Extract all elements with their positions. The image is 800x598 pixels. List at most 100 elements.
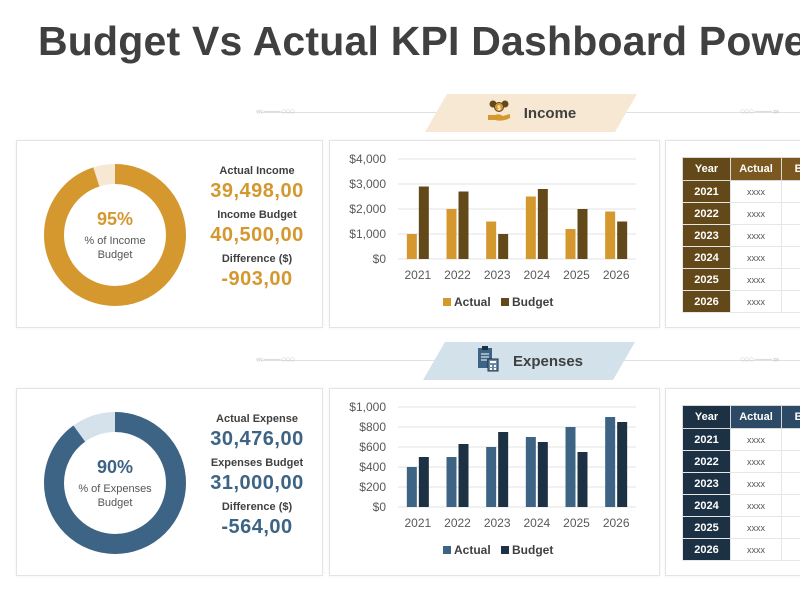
table-row: 2025xxxxx (682, 268, 800, 291)
donut-percent: 95% (96, 208, 134, 229)
legend-swatch-budget (501, 298, 509, 306)
table-value-cell: x (781, 224, 800, 247)
bar-budget-2023 (498, 234, 509, 259)
chevron-right-decoration: ○○○ ─── ››› (740, 354, 779, 364)
kpi-value: 39,498,00 (210, 180, 304, 202)
bar-actual-2024 (525, 437, 536, 507)
bar-budget-2024 (537, 442, 548, 507)
y-tick-label: $600 (359, 440, 386, 454)
table-value-cell: xxxx (730, 516, 782, 539)
page-title: Budget Vs Actual KPI Dashboard PowerPo (38, 18, 800, 64)
chevron-left-decoration: ‹‹‹ ─── ○○○ (256, 354, 295, 364)
table-value-cell: xxxx (730, 450, 782, 473)
donut-percent: 90% (96, 456, 134, 477)
kpi-value: 30,476,00 (210, 428, 304, 450)
bar-actual-2021 (406, 234, 417, 259)
kpi-label: Actual Expense (216, 413, 298, 425)
donut-chart: 95% % of Income Budget (43, 163, 187, 307)
table-header-cell: Bu (781, 157, 800, 181)
chevron-right-decoration: ○○○ ─── ››› (740, 106, 779, 116)
table-row: 2022xxxxx (682, 450, 800, 473)
table-value-cell: x (781, 538, 800, 561)
x-tick-label: 2025 (563, 268, 590, 282)
y-tick-label: $2,000 (349, 202, 386, 216)
x-tick-label: 2023 (484, 268, 511, 282)
table-value-cell: x (781, 246, 800, 269)
y-tick-label: $1,000 (349, 400, 386, 414)
table-value-cell: x (781, 202, 800, 225)
bar-budget-2021 (418, 457, 429, 507)
table-value-cell: xxxx (730, 180, 782, 203)
bar-budget-2022 (458, 444, 469, 507)
table-header-cell: Actual (730, 157, 782, 181)
table-value-cell: x (781, 428, 800, 451)
table-row: 2024xxxxx (682, 246, 800, 269)
bar-budget-2024 (537, 189, 548, 259)
table-value-cell: xxxx (730, 428, 782, 451)
bar-budget-2025 (577, 452, 588, 507)
table-row: 2026xxxxx (682, 290, 800, 313)
bar-budget-2021 (418, 186, 429, 259)
y-tick-label: $4,000 (349, 152, 386, 166)
table-year-cell: 2023 (682, 472, 731, 495)
banner-label: Income (523, 104, 577, 122)
legend-label-actual: Actual (454, 543, 491, 557)
banner-expenses: Expenses (423, 342, 635, 380)
chart-card-income: $0 $1,000 $2,000 $3,000 $4,000 2021 2022 2023 20… (329, 140, 660, 328)
kpi-card-income: 95% % of Income Budget Actual Income 39,498… (16, 140, 323, 328)
table-value-cell: x (781, 290, 800, 313)
year-table: YearActualBu2021xxxxx2022xxxxx2023xxxxx2… (682, 405, 800, 561)
legend-swatch-budget (501, 546, 509, 554)
bar-budget-2026 (617, 221, 628, 259)
table-row: 2025xxxxx (682, 516, 800, 539)
table-card-expenses: YearActualBu2021xxxxx2022xxxxx2023xxxxx2… (665, 388, 800, 576)
x-tick-label: 2025 (563, 516, 590, 530)
table-value-cell: xxxx (730, 246, 782, 269)
x-tick-label: 2022 (444, 516, 471, 530)
table-header-row: YearActualBu (682, 405, 800, 429)
table-value-cell: x (781, 268, 800, 291)
table-value-cell: xxxx (730, 268, 782, 291)
table-header-cell: Year (682, 405, 731, 429)
kpi-value: -903,00 (221, 268, 293, 290)
kpi-label: Actual Income (219, 165, 295, 177)
kpi-label: Difference ($) (221, 253, 293, 265)
x-tick-label: 2021 (404, 516, 431, 530)
table-value-cell: x (781, 516, 800, 539)
bar-actual-2023 (486, 447, 497, 507)
x-tick-label: 2023 (484, 516, 511, 530)
table-header-cell: Year (682, 157, 731, 181)
table-value-cell: x (781, 450, 800, 473)
x-tick-label: 2026 (603, 268, 630, 282)
kpi-label: Expenses Budget (210, 457, 304, 469)
x-tick-label: 2024 (523, 516, 550, 530)
y-tick-label: $0 (373, 252, 387, 266)
bar-actual-2022 (446, 457, 457, 507)
bar-actual-2025 (565, 427, 576, 507)
table-year-cell: 2026 (682, 538, 731, 561)
table-row: 2024xxxxx (682, 494, 800, 517)
chevron-left-decoration: ‹‹‹ ─── ○○○ (256, 106, 295, 116)
clipboard-calculator-icon (475, 345, 501, 377)
bar-actual-2026 (605, 211, 616, 259)
table-row: 2023xxxxx (682, 472, 800, 495)
bar-chart: $0 $200 $400 $600 $800 $1,000 2021 2022 2023 2024… (349, 400, 636, 557)
table-year-cell: 2025 (682, 516, 731, 539)
kpi-list: Actual Income 39,498,00 Income Budget 40,50… (197, 161, 317, 293)
bar-budget-2025 (577, 209, 588, 259)
table-year-cell: 2022 (682, 450, 731, 473)
x-tick-label: 2026 (603, 516, 630, 530)
table-year-cell: 2024 (682, 246, 731, 269)
bar-budget-2026 (617, 422, 628, 507)
table-year-cell: 2026 (682, 290, 731, 313)
legend-swatch-actual (443, 298, 451, 306)
chart-card-expenses: $0 $200 $400 $600 $800 $1,000 2021 2022 2023 2024… (329, 388, 660, 576)
table-year-cell: 2025 (682, 268, 731, 291)
table-card-income: YearActualBu2021xxxxx2022xxxxx2023xxxxx2… (665, 140, 800, 328)
kpi-value: 31,000,00 (210, 472, 304, 494)
donut-caption: % of Income Budget (84, 234, 146, 261)
table-year-cell: 2024 (682, 494, 731, 517)
y-tick-label: $3,000 (349, 177, 386, 191)
table-header-cell: Actual (730, 405, 782, 429)
kpi-value: 40,500,00 (210, 224, 304, 246)
